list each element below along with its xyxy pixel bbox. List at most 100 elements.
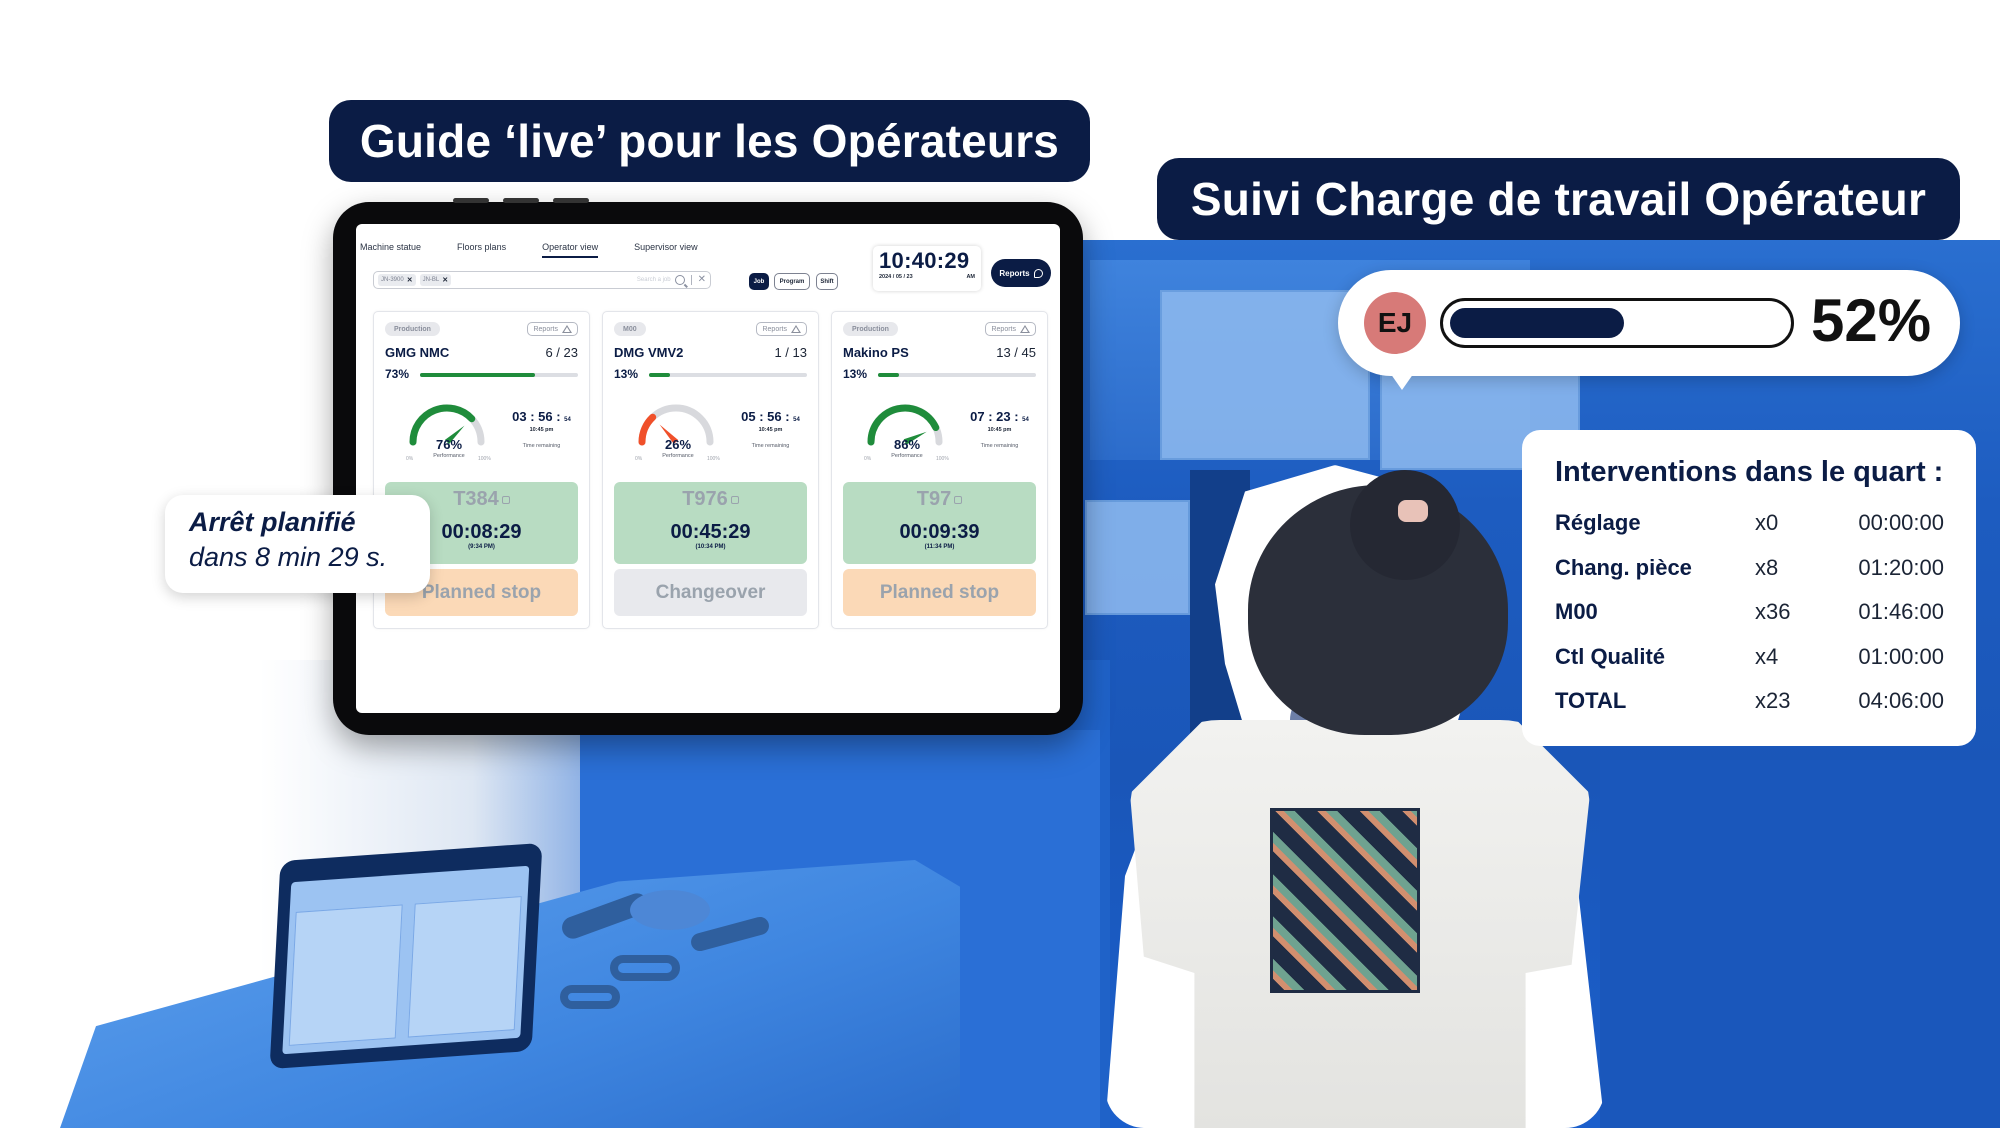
filter-program-button[interactable]: Program — [774, 273, 810, 290]
machine-name: DMG VMV2 — [614, 345, 684, 360]
card-reports-label: Reports — [991, 325, 1016, 333]
machine-card[interactable]: Production Reports Makino PS 13 / 45 13% 0% 10… — [831, 311, 1048, 629]
tablet-button — [453, 198, 489, 203]
remaining-seconds: 54 — [564, 417, 571, 423]
tab-operator-view[interactable]: Operator view — [542, 242, 599, 258]
filter-chip[interactable]: JN-BL ✕ — [419, 274, 452, 286]
intervention-row: TOTAL x23 04:06:00 — [1552, 679, 1946, 724]
gauge-max-label: 100% — [707, 456, 720, 462]
job-end-time: (10:34 PM) — [695, 544, 726, 550]
machine-panel — [1600, 760, 2000, 1128]
machine-state-tag: Production — [843, 322, 898, 336]
reports-button[interactable]: Reports — [991, 259, 1051, 287]
tool — [610, 955, 680, 981]
clock-widget: 10:40:29 2024 / 05 / 23 AM — [873, 246, 981, 291]
tab-machine-statue[interactable]: Machine statue — [360, 242, 421, 258]
remove-chip-icon[interactable]: ✕ — [442, 276, 448, 284]
job-id: T97 — [916, 488, 952, 510]
tool — [630, 890, 710, 930]
intervention-label: Ctl Qualité — [1555, 643, 1666, 669]
operator-bun — [1350, 470, 1460, 580]
intervention-count: x36 — [1755, 599, 1791, 625]
hair-clip — [1398, 500, 1428, 522]
card-reports-button[interactable]: Reports — [756, 322, 807, 336]
performance-caption: Performance — [662, 453, 694, 459]
callout-title: Arrêt planifié — [189, 507, 356, 537]
performance-gauge: 0% 100% — [864, 404, 949, 462]
progress-bar — [649, 373, 807, 377]
progress-percent: 73% — [385, 367, 410, 381]
card-reports-button[interactable]: Reports — [527, 322, 578, 336]
chat-bubble-icon — [1033, 268, 1043, 278]
gauge-max-label: 100% — [478, 456, 491, 462]
progress-bar — [878, 373, 1036, 377]
progress-fill — [420, 373, 536, 377]
card-reports-label: Reports — [533, 325, 558, 333]
search-icon[interactable] — [674, 275, 685, 285]
wall-paper — [1085, 500, 1190, 615]
time-remaining: 03 : 56 : 54 10:45 pm Time remaining — [494, 409, 589, 449]
clock-date: 2024 / 05 / 23 — [879, 274, 913, 280]
tool — [560, 985, 620, 1009]
intervention-duration: 01:00:00 — [1858, 643, 1944, 669]
clear-search-icon[interactable]: ✕ — [698, 275, 706, 285]
intervention-count: x4 — [1755, 643, 1779, 669]
machine-status-button[interactable]: Planned stop — [843, 569, 1036, 616]
machine-state-tag: M00 — [614, 322, 646, 336]
tablet-button — [503, 198, 539, 203]
current-job-box[interactable]: T976 00:45:29 (10:34 PM) — [614, 482, 807, 564]
chip-label: JN-3900 — [381, 277, 404, 283]
remaining-seconds: 54 — [1022, 417, 1029, 423]
end-time: 10:45 pm — [987, 427, 1012, 433]
current-job-box[interactable]: T97 00:09:39 (11:34 PM) — [843, 482, 1036, 564]
search-placeholder: Search a job — [636, 277, 671, 283]
job-timer: 00:45:29 — [670, 521, 751, 543]
title-banner-left: Guide ‘live’ pour les Opérateurs — [329, 100, 1090, 182]
info-icon[interactable] — [730, 495, 739, 504]
tab-supervisor-view[interactable]: Supervisor view — [634, 242, 698, 258]
intervention-row: Ctl Qualité x4 01:00:00 — [1552, 635, 1946, 680]
gauge-min-label: 0% — [635, 456, 643, 462]
slide: Guide ‘live’ pour les Opérateurs Suivi C… — [0, 0, 2000, 1128]
remaining-hm: 03 : 56 : — [512, 409, 561, 424]
workload-progress-fill — [1450, 308, 1624, 338]
info-icon[interactable] — [954, 495, 963, 504]
machine-card[interactable]: M00 Reports DMG VMV2 1 / 13 13% 0% 100% 26% Perf… — [602, 311, 819, 629]
filter-shift-button[interactable]: Shift — [816, 273, 838, 290]
tablet-button — [553, 198, 589, 203]
intervention-count: x0 — [1755, 510, 1779, 536]
machine-status-button[interactable]: Changeover — [614, 569, 807, 616]
progress-fill — [878, 373, 899, 377]
progress-fill — [649, 373, 670, 377]
remaining-hm: 05 : 56 : — [741, 409, 790, 424]
bubble-tail — [1388, 370, 1416, 390]
remove-chip-icon[interactable]: ✕ — [407, 276, 413, 284]
job-search-input[interactable]: JN-3900 ✕ JN-BL ✕ Search a job ✕ — [373, 271, 711, 289]
intervention-row: Chang. pièce x8 01:20:00 — [1552, 546, 1946, 591]
remaining-seconds: 54 — [793, 417, 800, 423]
callout-subtitle: dans 8 min 29 s. — [189, 542, 388, 572]
performance-gauge: 0% 100% — [406, 404, 491, 462]
gauge-min-label: 0% — [406, 456, 414, 462]
part-count: 6 / 23 — [545, 345, 578, 360]
tab-floors-plans[interactable]: Floors plans — [457, 242, 506, 258]
interventions-panel: Interventions dans le quart : Réglage x0 0… — [1522, 430, 1976, 746]
intervention-label: Chang. pièce — [1555, 554, 1692, 580]
intervention-duration: 04:06:00 — [1858, 688, 1944, 714]
title-banner-right: Suivi Charge de travail Opérateur — [1157, 158, 1960, 240]
workload-percent: 52% — [1811, 287, 1932, 354]
time-remaining: 05 : 56 : 54 10:45 pm Time remaining — [723, 409, 818, 449]
filter-chip[interactable]: JN-3900 ✕ — [378, 274, 416, 286]
filter-job-button[interactable]: Job — [749, 273, 769, 290]
info-icon[interactable] — [501, 495, 510, 504]
divider — [690, 275, 692, 285]
shirt-print — [1270, 808, 1420, 993]
part-count: 13 / 45 — [996, 345, 1036, 360]
reports-label: Reports — [999, 268, 1030, 278]
intervention-count: x23 — [1755, 688, 1791, 714]
remaining-hm: 07 : 23 : — [970, 409, 1019, 424]
warning-icon — [562, 325, 572, 333]
progress-percent: 13% — [843, 367, 868, 381]
card-reports-button[interactable]: Reports — [985, 322, 1036, 336]
planned-stop-callout: Arrêt planifié dans 8 min 29 s. — [165, 495, 430, 593]
